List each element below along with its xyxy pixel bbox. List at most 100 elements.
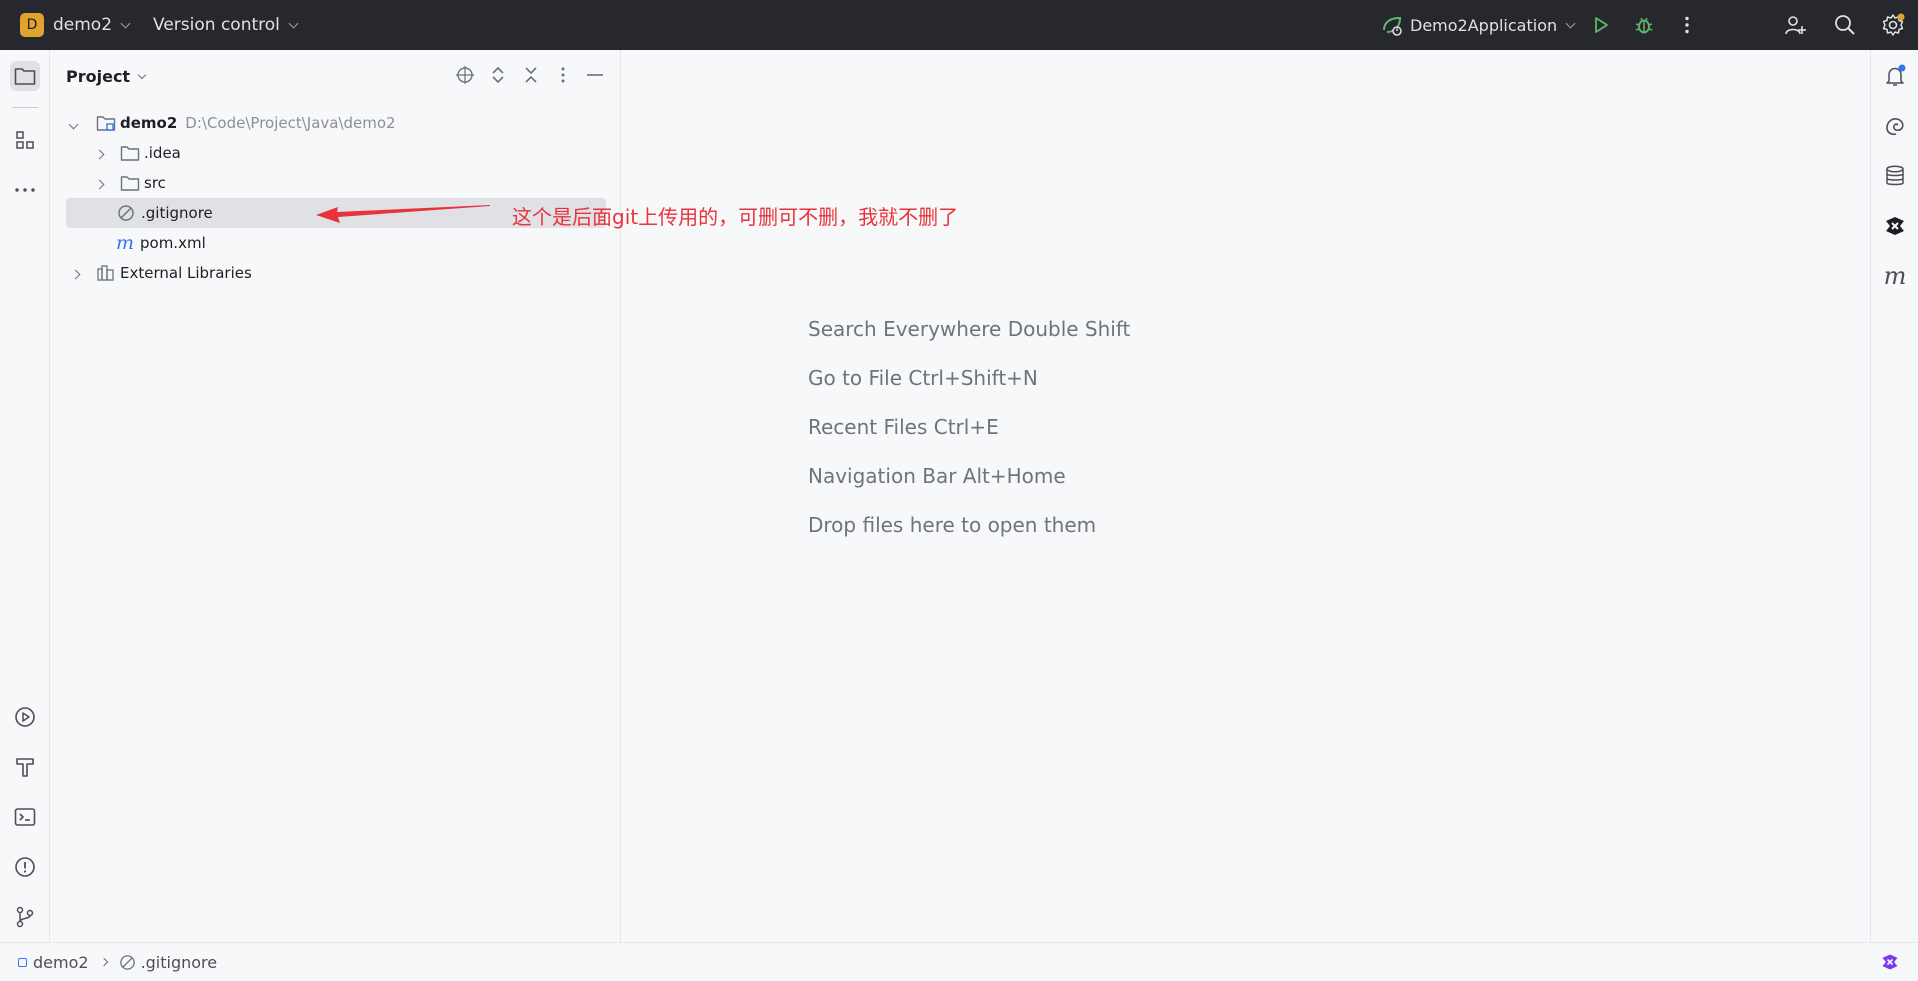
expand-arrow[interactable] <box>94 174 116 192</box>
expand-all-button[interactable] <box>487 64 509 86</box>
terminal-icon <box>14 808 36 826</box>
more-vertical-icon <box>1685 16 1689 34</box>
tree-node-demo2[interactable]: demo2 D:\Code\Project\Java\demo2 <box>66 108 606 138</box>
tool-icon <box>1882 954 1898 970</box>
plugin-tool-button[interactable] <box>1881 212 1909 240</box>
tree-label: demo2 <box>120 114 178 132</box>
ai-assistant-button[interactable] <box>1881 112 1909 140</box>
locate-file-button[interactable] <box>454 64 476 86</box>
ai-assistant-icon <box>1886 118 1904 136</box>
settings-button[interactable] <box>1880 12 1906 38</box>
search-button[interactable] <box>1832 12 1858 38</box>
chevron-right-icon <box>99 957 108 967</box>
project-name: demo2 <box>53 15 113 35</box>
panel-options-button[interactable] <box>552 64 574 86</box>
project-view-selector[interactable]: Project <box>66 67 147 86</box>
notifications-icon <box>1886 64 1906 86</box>
project-badge[interactable]: D <box>20 13 44 37</box>
run-button[interactable] <box>1588 12 1614 38</box>
hint-recent-files: Recent Files Ctrl+E <box>808 415 999 439</box>
chevron-down-icon <box>137 70 147 79</box>
chevron-right-icon <box>70 269 81 280</box>
tree-path: D:\Code\Project\Java\demo2 <box>185 114 396 132</box>
vcs-menu[interactable]: Version control <box>153 15 299 35</box>
run-tool-button[interactable] <box>10 702 40 732</box>
tree-node-src[interactable]: src <box>66 168 606 198</box>
more-tools-button[interactable] <box>10 175 40 205</box>
library-icon <box>97 265 114 281</box>
chevron-right-icon <box>94 149 105 160</box>
vcs-label: Version control <box>153 15 280 35</box>
tree-label: External Libraries <box>120 264 252 282</box>
chevron-right-icon <box>94 179 105 190</box>
add-user-icon <box>1785 16 1806 35</box>
status-bar: demo2 .gitignore <box>0 942 1918 981</box>
more-actions-button[interactable] <box>1674 12 1700 38</box>
add-user-button[interactable] <box>1782 12 1808 38</box>
tree-label: pom.xml <box>140 234 206 252</box>
annotation-text: 这个是后面git上传用的，可删可不删，我就不删了 <box>512 205 959 229</box>
ignore-file-icon <box>119 954 135 970</box>
left-tool-bar <box>0 50 50 942</box>
project-panel: Project demo2 D:\Code\Project\Java\demo2… <box>51 50 621 942</box>
problems-tool-button[interactable] <box>10 852 40 882</box>
breadcrumb: demo2 .gitignore <box>18 953 217 972</box>
tree-label: .gitignore <box>141 204 213 222</box>
play-icon <box>1595 17 1608 33</box>
git-icon <box>16 906 34 928</box>
debug-button[interactable] <box>1631 12 1657 38</box>
structure-tool-button[interactable] <box>10 125 40 155</box>
notifications-button[interactable] <box>1881 62 1909 90</box>
ignore-file-icon <box>118 205 134 221</box>
breadcrumb-item[interactable]: .gitignore <box>141 953 218 972</box>
module-folder-icon <box>96 116 116 131</box>
collapse-all-icon <box>525 67 537 83</box>
editor-empty-hints: Search Everywhere Double Shift Go to Fil… <box>808 314 1130 559</box>
bug-icon <box>1635 17 1653 34</box>
project-selector[interactable]: demo2 <box>53 15 131 35</box>
divider <box>12 107 38 108</box>
expand-arrow[interactable] <box>70 264 92 282</box>
git-tool-button[interactable] <box>10 902 40 932</box>
expand-arrow[interactable] <box>94 144 116 162</box>
right-tool-bar: m <box>1870 50 1918 942</box>
database-button[interactable] <box>1881 162 1909 190</box>
structure-icon <box>16 131 34 149</box>
collapse-arrow[interactable] <box>68 114 90 132</box>
collapse-all-button[interactable] <box>520 64 542 86</box>
tree-node-idea[interactable]: .idea <box>66 138 606 168</box>
project-tool-button[interactable] <box>10 61 40 91</box>
maven-tool-button[interactable]: m <box>1881 262 1909 290</box>
hint-go-to-file: Go to File Ctrl+Shift+N <box>808 366 1038 390</box>
gear-icon <box>1882 13 1905 36</box>
breadcrumb-item[interactable]: demo2 <box>33 953 89 972</box>
run-config-label: Demo2Application <box>1410 15 1558 35</box>
title-bar: D demo2 Version control Demo2Application <box>0 0 1918 50</box>
minimize-icon <box>587 74 603 76</box>
tree-label: src <box>144 174 166 192</box>
build-tool-button[interactable] <box>10 752 40 782</box>
search-icon <box>1835 15 1855 35</box>
folder-icon <box>120 146 140 161</box>
annotation-arrow <box>316 205 490 223</box>
terminal-tool-button[interactable] <box>10 802 40 832</box>
tree-node-external-libraries[interactable]: External Libraries <box>66 258 606 288</box>
chevron-down-icon <box>68 119 79 130</box>
hide-panel-button[interactable] <box>584 64 606 86</box>
status-widget[interactable] <box>1880 952 1900 972</box>
tool-icon <box>1886 217 1904 235</box>
run-config-selector[interactable]: Demo2Application <box>1380 13 1576 37</box>
more-icon <box>15 188 35 192</box>
tree-node-pom[interactable]: m pom.xml <box>66 228 606 258</box>
panel-title: Project <box>66 67 131 86</box>
maven-icon: m <box>1883 262 1907 290</box>
maven-file-icon: m <box>116 232 135 254</box>
folder-icon <box>120 176 140 191</box>
hint-drop-files: Drop files here to open them <box>808 513 1097 537</box>
expand-all-icon <box>492 66 504 84</box>
folder-icon <box>14 68 36 85</box>
spring-run-icon <box>1383 16 1402 36</box>
hint-navigation-bar: Navigation Bar Alt+Home <box>808 464 1066 488</box>
chevron-down-icon <box>1565 18 1576 28</box>
chevron-down-icon <box>120 18 131 28</box>
